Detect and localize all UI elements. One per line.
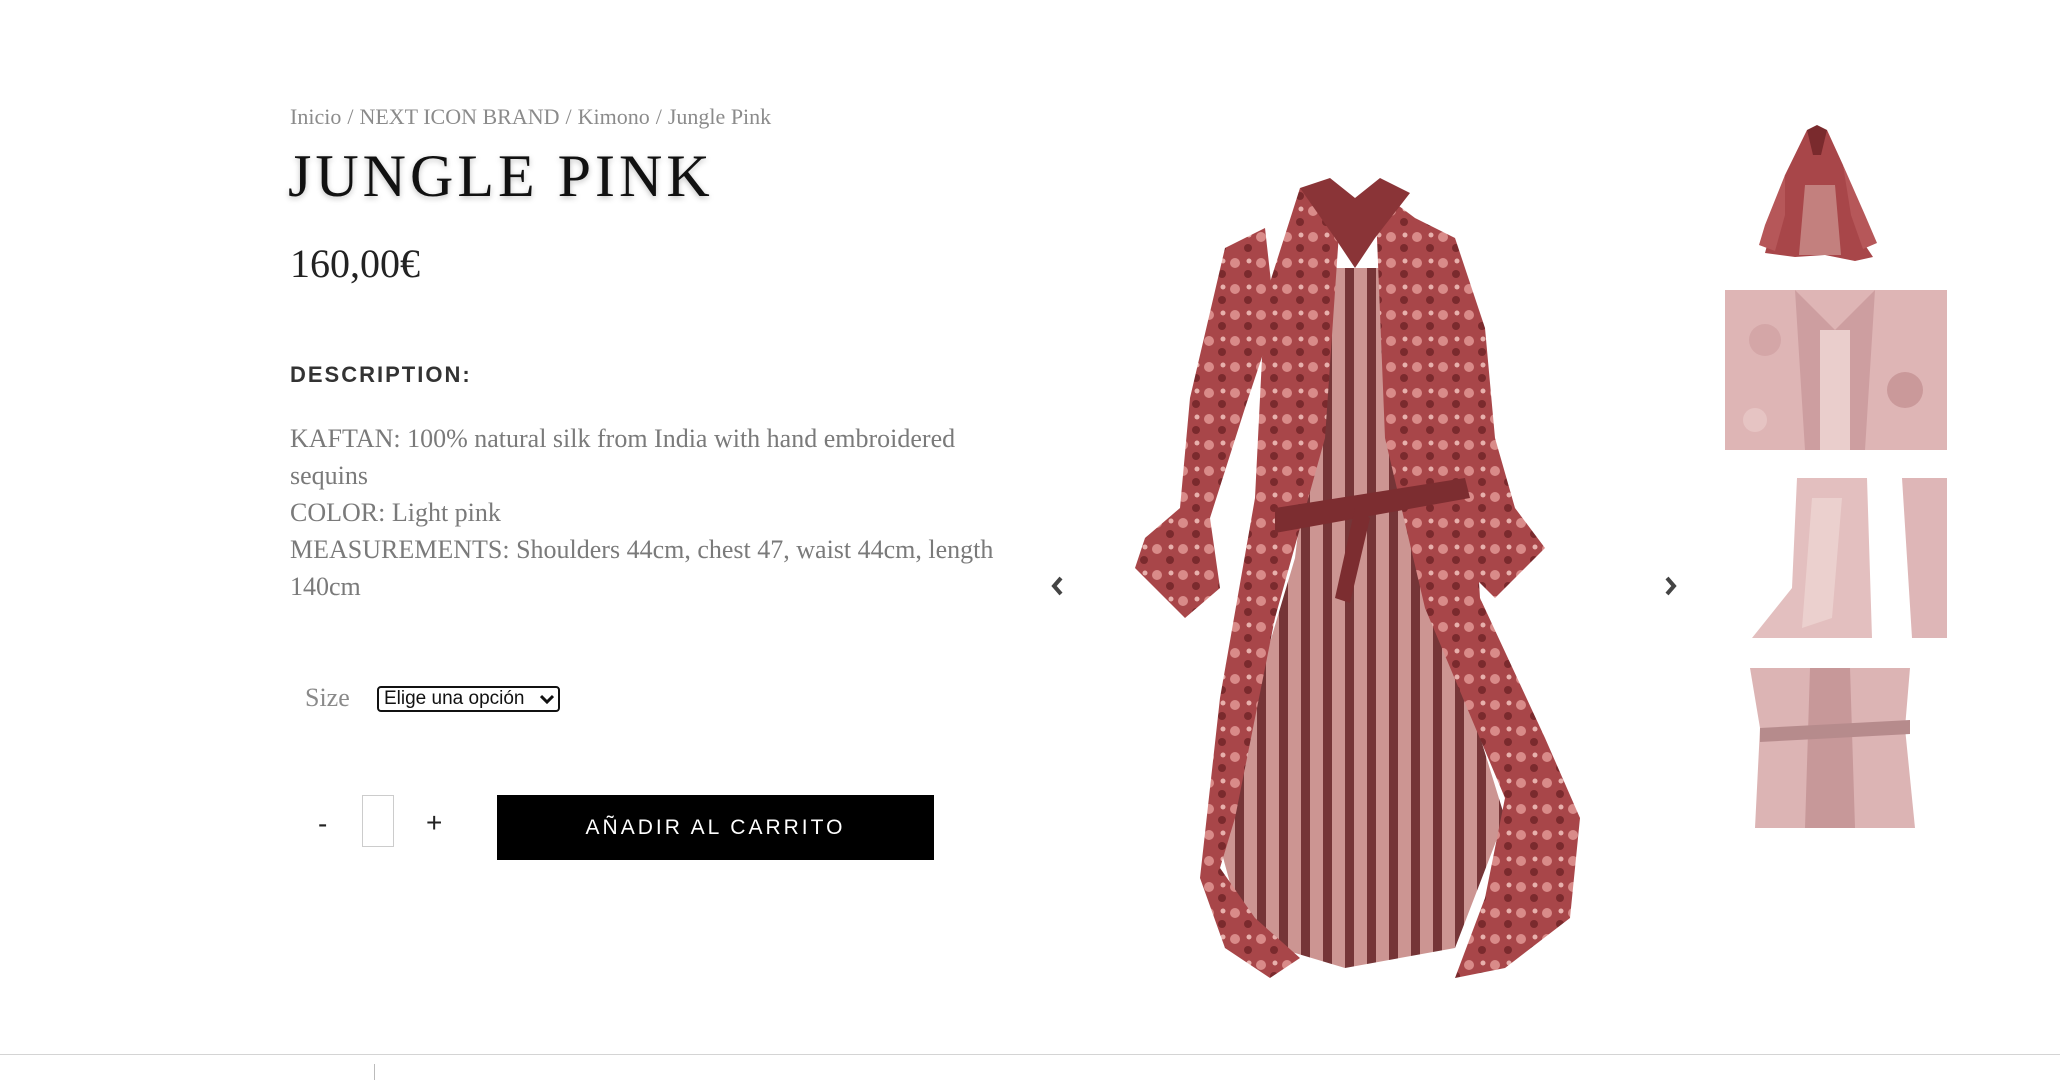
chevron-down-icon (539, 691, 555, 707)
breadcrumb-link-inicio[interactable]: Inicio (290, 104, 341, 129)
breadcrumb-link-brand[interactable]: NEXT ICON BRAND (359, 104, 559, 129)
breadcrumb: Inicio / NEXT ICON BRAND / Kimono / Jungle Pin… (290, 104, 771, 130)
breadcrumb-separator: / (565, 104, 572, 129)
product-thumbnail-2[interactable] (1725, 290, 1947, 450)
description-heading: DESCRIPTION: (290, 362, 472, 387)
description-line: KAFTAN: 100% natural silk from India wit… (290, 424, 956, 490)
size-select[interactable]: Elige una opción (377, 686, 560, 712)
description-line: MEASUREMENTS: Shoulders 44cm, chest 47, … (290, 535, 994, 601)
footer-divider-tick (374, 1064, 375, 1080)
quantity-decrease-button[interactable]: - (318, 808, 327, 840)
product-thumbnail-3[interactable] (1752, 478, 1947, 638)
size-selected-value: Elige una opción (384, 688, 525, 709)
footer-divider (0, 1054, 2060, 1055)
description-line: COLOR: Light pink (290, 498, 501, 527)
quantity-increase-button[interactable]: + (426, 807, 442, 839)
breadcrumb-separator: / (347, 104, 354, 129)
product-thumbnail-1[interactable] (1755, 125, 1880, 261)
add-to-cart-button[interactable]: AÑADIR AL CARRITO (497, 795, 934, 860)
chevron-right-icon[interactable] (1664, 574, 1678, 604)
size-label: Size (305, 683, 350, 712)
product-price: 160,00€ (290, 241, 420, 286)
chevron-left-icon[interactable] (1050, 574, 1064, 604)
breadcrumb-current: Jungle Pink (667, 104, 772, 129)
quantity-input[interactable] (362, 795, 394, 847)
product-thumbnail-4[interactable] (1750, 668, 1920, 828)
breadcrumb-link-kimono[interactable]: Kimono (578, 104, 650, 129)
breadcrumb-separator: / (655, 104, 662, 129)
product-title: JUNGLE PINK (288, 143, 714, 209)
product-main-image[interactable] (1125, 178, 1640, 993)
description-body: KAFTAN: 100% natural silk from India wit… (290, 420, 1010, 605)
